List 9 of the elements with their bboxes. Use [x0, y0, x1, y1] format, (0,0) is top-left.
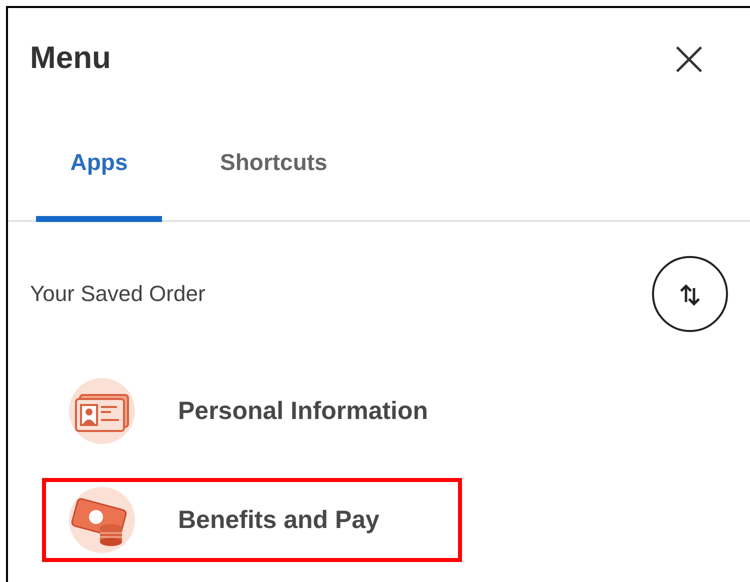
tab[interactable]: Shortcuts: [216, 108, 332, 222]
menu-title: Menu: [30, 40, 111, 76]
app-item[interactable]: Benefits and Pay: [42, 478, 462, 562]
close-button[interactable]: ×: [660, 33, 718, 83]
tab[interactable]: Apps: [36, 108, 162, 222]
app-item[interactable]: Personal Information: [42, 372, 462, 450]
id-card-icon: [66, 375, 138, 447]
section-label: Your Saved Order: [30, 281, 206, 307]
money-icon: [66, 484, 138, 556]
